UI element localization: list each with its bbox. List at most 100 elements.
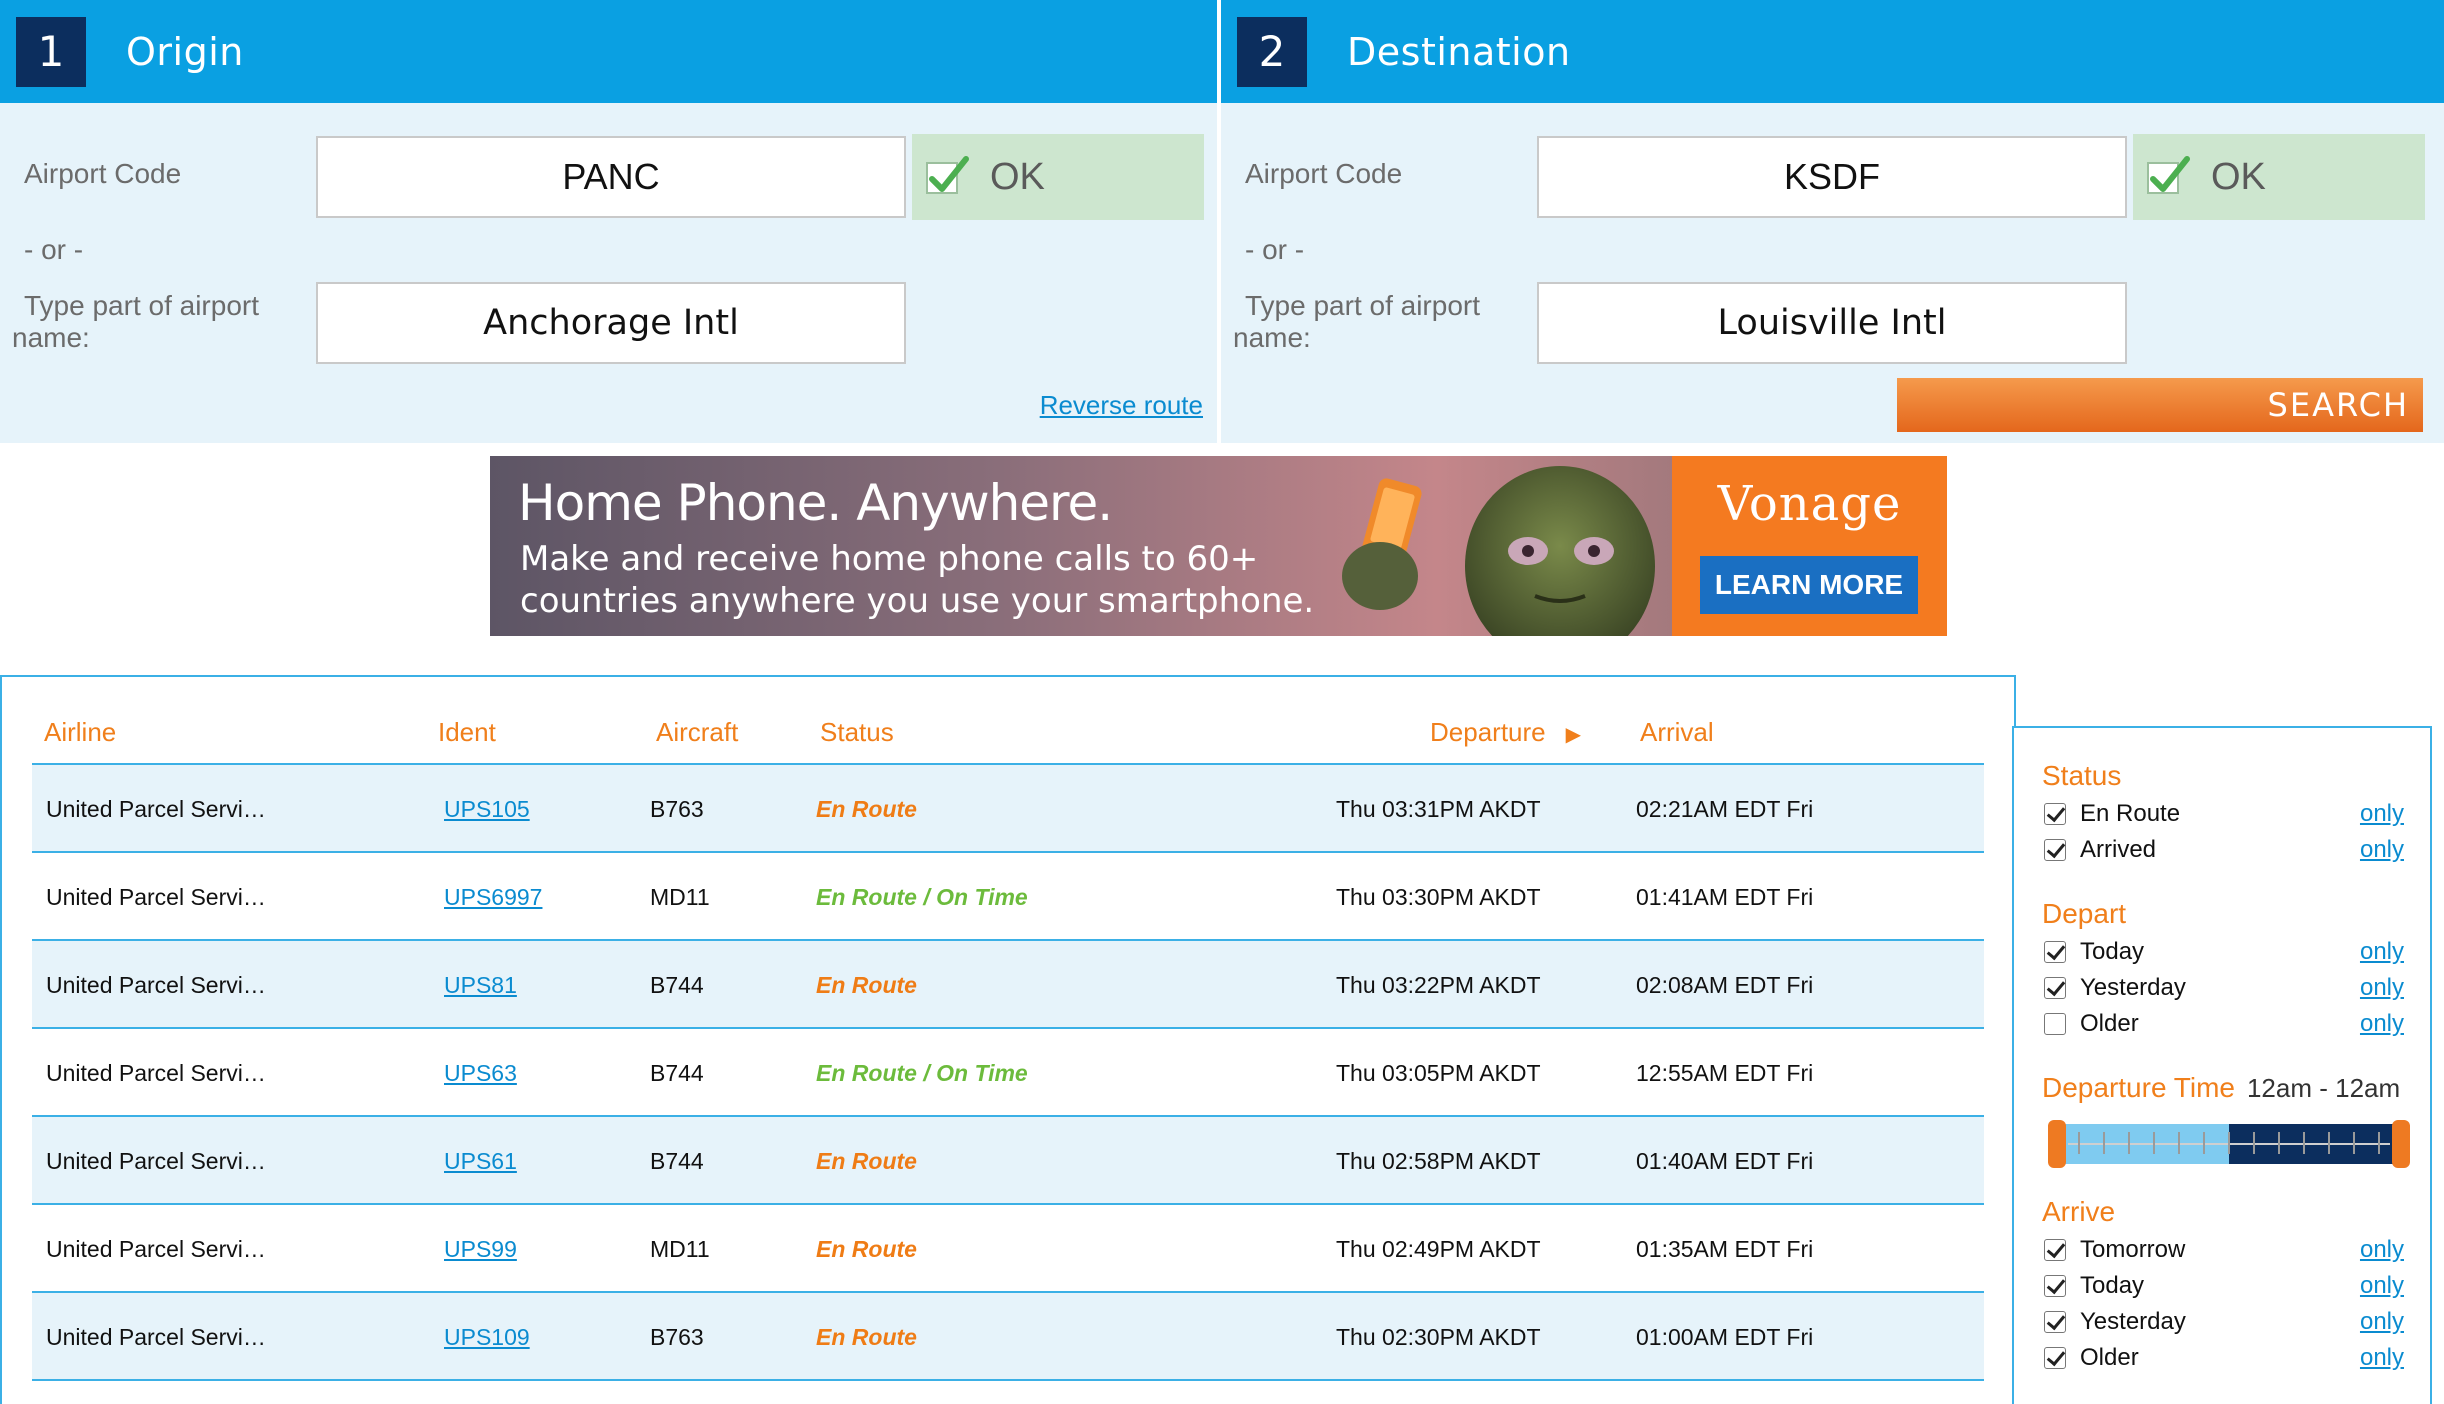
arrive-filter-title: Arrive xyxy=(2042,1196,2116,1227)
table-row[interactable]: United Parcel Servi… UPS99 MD11 En Route Thu… xyxy=(32,1205,1984,1293)
departure-time-filter: Departure Time 12am - 12am xyxy=(2042,1072,2400,1104)
table-row[interactable]: United Parcel Servi… UPS81 B744 En Route Thu… xyxy=(32,941,1984,1029)
origin-header: 1 Origin xyxy=(0,0,1217,103)
ad-illustration xyxy=(1342,466,1655,636)
aircraft-cell: B744 xyxy=(650,1060,704,1086)
only-link[interactable]: only xyxy=(2360,1236,2404,1264)
airline-cell: United Parcel Servi… xyxy=(46,972,266,998)
column-header-airline[interactable]: Airline xyxy=(44,717,116,748)
learn-more-button[interactable]: LEARN MORE xyxy=(1700,556,1918,614)
origin-title: Origin xyxy=(126,29,244,74)
table-header: Airline Ident Aircraft Status Departure ▶… xyxy=(32,677,1984,765)
filter-depart-item[interactable]: Older only xyxy=(2044,1008,2404,1040)
slider-tick xyxy=(2228,1132,2230,1154)
table-row[interactable]: United Parcel Servi… UPS63 B744 En Route / … xyxy=(32,1029,1984,1117)
only-link[interactable]: only xyxy=(2360,836,2404,864)
destination-code-label: Airport Code xyxy=(1245,158,1403,189)
filter-item-label: Yesterday xyxy=(2080,1308,2186,1335)
ident-link[interactable]: UPS61 xyxy=(444,1117,517,1205)
search-button[interactable]: SEARCH xyxy=(1897,378,2423,432)
origin-name-input[interactable]: Anchorage Intl xyxy=(316,282,906,364)
slider-tick xyxy=(2178,1132,2180,1154)
origin-panel: 1 Origin Airport Code PANC OK - or - Typ… xyxy=(0,0,1217,443)
checkbox-icon[interactable] xyxy=(2044,1275,2066,1297)
aircraft-cell: MD11 xyxy=(650,884,710,910)
slider-tick xyxy=(2353,1132,2355,1154)
ident-link[interactable]: UPS63 xyxy=(444,1029,517,1117)
filter-arrive-item[interactable]: Tomorrow only xyxy=(2044,1234,2404,1266)
ident-link[interactable]: UPS81 xyxy=(444,941,517,1029)
table-row[interactable]: United Parcel Servi… UPS109 B763 En Route Th… xyxy=(32,1293,1984,1381)
ident-link[interactable]: UPS105 xyxy=(444,765,530,853)
destination-ok-label: OK xyxy=(2211,155,2266,198)
ad-banner[interactable]: Home Phone. Anywhere. Make and receive h… xyxy=(490,456,1947,636)
slider-tick xyxy=(2103,1132,2105,1154)
vonage-logo: Vonage xyxy=(1717,476,1902,532)
check-icon xyxy=(2147,156,2190,194)
checkbox-icon[interactable] xyxy=(2044,1013,2066,1035)
destination-name-label: Type part of airport name: xyxy=(1233,290,1481,353)
filter-arrive-item[interactable]: Older only xyxy=(2044,1342,2404,1374)
departure-cell: Thu 02:49PM AKDT xyxy=(1336,1236,1541,1262)
filter-arrive-item[interactable]: Today only xyxy=(2044,1270,2404,1302)
destination-name-input[interactable]: Louisville Intl xyxy=(1537,282,2127,364)
ident-link[interactable]: UPS6997 xyxy=(444,853,542,941)
departure-time-slider[interactable] xyxy=(2048,1120,2410,1168)
arrival-cell: 01:35AM EDT Fri xyxy=(1636,1236,1814,1262)
checkbox-icon[interactable] xyxy=(2044,977,2066,999)
column-header-arrival[interactable]: Arrival xyxy=(1640,717,1714,748)
aircraft-cell: B763 xyxy=(650,796,704,822)
slider-handle-start[interactable] xyxy=(2048,1120,2066,1168)
departure-cell: Thu 03:31PM AKDT xyxy=(1336,796,1541,822)
airline-cell: United Parcel Servi… xyxy=(46,1324,266,1350)
checkbox-icon[interactable] xyxy=(2044,839,2066,861)
filter-depart-item[interactable]: Yesterday only xyxy=(2044,972,2404,1004)
filter-item-label: Today xyxy=(2080,1272,2145,1299)
checkbox-icon[interactable] xyxy=(2044,803,2066,825)
only-link[interactable]: only xyxy=(2360,1272,2404,1300)
only-link[interactable]: only xyxy=(2360,974,2404,1002)
origin-code-input[interactable]: PANC xyxy=(316,136,906,218)
departure-time-range: 12am - 12am xyxy=(2246,1073,2401,1103)
destination-code-input[interactable]: KSDF xyxy=(1537,136,2127,218)
column-header-ident[interactable]: Ident xyxy=(438,717,496,748)
slider-tick xyxy=(2253,1132,2255,1154)
table-row[interactable]: United Parcel Servi… UPS61 B744 En Route Thu… xyxy=(32,1117,1984,1205)
airline-cell: United Parcel Servi… xyxy=(46,1148,266,1174)
checkbox-icon[interactable] xyxy=(2044,1239,2066,1261)
filter-status-item[interactable]: Arrived only xyxy=(2044,834,2404,866)
slider-handle-end[interactable] xyxy=(2392,1120,2410,1168)
filter-item-label: Older xyxy=(2080,1010,2139,1037)
column-header-aircraft[interactable]: Aircraft xyxy=(656,717,738,748)
only-link[interactable]: only xyxy=(2360,938,2404,966)
departure-cell: Thu 02:30PM AKDT xyxy=(1336,1324,1541,1350)
column-header-departure[interactable]: Departure ▶ xyxy=(1430,717,1581,748)
slider-tick xyxy=(2303,1132,2305,1154)
filter-sidebar: Status En Route only Arrived only Depart To… xyxy=(2012,726,2432,1404)
table-row[interactable]: United Parcel Servi… UPS6997 MD11 En Route … xyxy=(32,853,1984,941)
only-link[interactable]: only xyxy=(2360,1344,2404,1372)
column-header-status[interactable]: Status xyxy=(820,717,894,748)
filter-depart-item[interactable]: Today only xyxy=(2044,936,2404,968)
checkbox-icon[interactable] xyxy=(2044,1311,2066,1333)
filter-status-item[interactable]: En Route only xyxy=(2044,798,2404,830)
ident-link[interactable]: UPS109 xyxy=(444,1293,530,1381)
ident-link[interactable]: UPS99 xyxy=(444,1205,517,1293)
status-cell: En Route / On Time xyxy=(816,884,1028,910)
destination-title: Destination xyxy=(1347,29,1571,74)
filter-arrive-item[interactable]: Yesterday only xyxy=(2044,1306,2404,1338)
only-link[interactable]: only xyxy=(2360,1308,2404,1336)
destination-or-label: - or - xyxy=(1245,234,1305,265)
airline-cell: United Parcel Servi… xyxy=(46,1060,266,1086)
table-row[interactable]: United Parcel Servi… UPS105 B763 En Route Th… xyxy=(32,765,1984,853)
checkbox-icon[interactable] xyxy=(2044,1347,2066,1369)
aircraft-cell: MD11 xyxy=(650,1236,710,1262)
aircraft-cell: B744 xyxy=(650,972,704,998)
results-table: Airline Ident Aircraft Status Departure ▶… xyxy=(0,675,2016,1404)
checkbox-icon[interactable] xyxy=(2044,941,2066,963)
status-cell: En Route xyxy=(816,1148,917,1174)
only-link[interactable]: only xyxy=(2360,1010,2404,1038)
reverse-route-link[interactable]: Reverse route xyxy=(1040,390,1203,421)
only-link[interactable]: only xyxy=(2360,800,2404,828)
arrival-cell: 01:41AM EDT Fri xyxy=(1636,884,1814,910)
